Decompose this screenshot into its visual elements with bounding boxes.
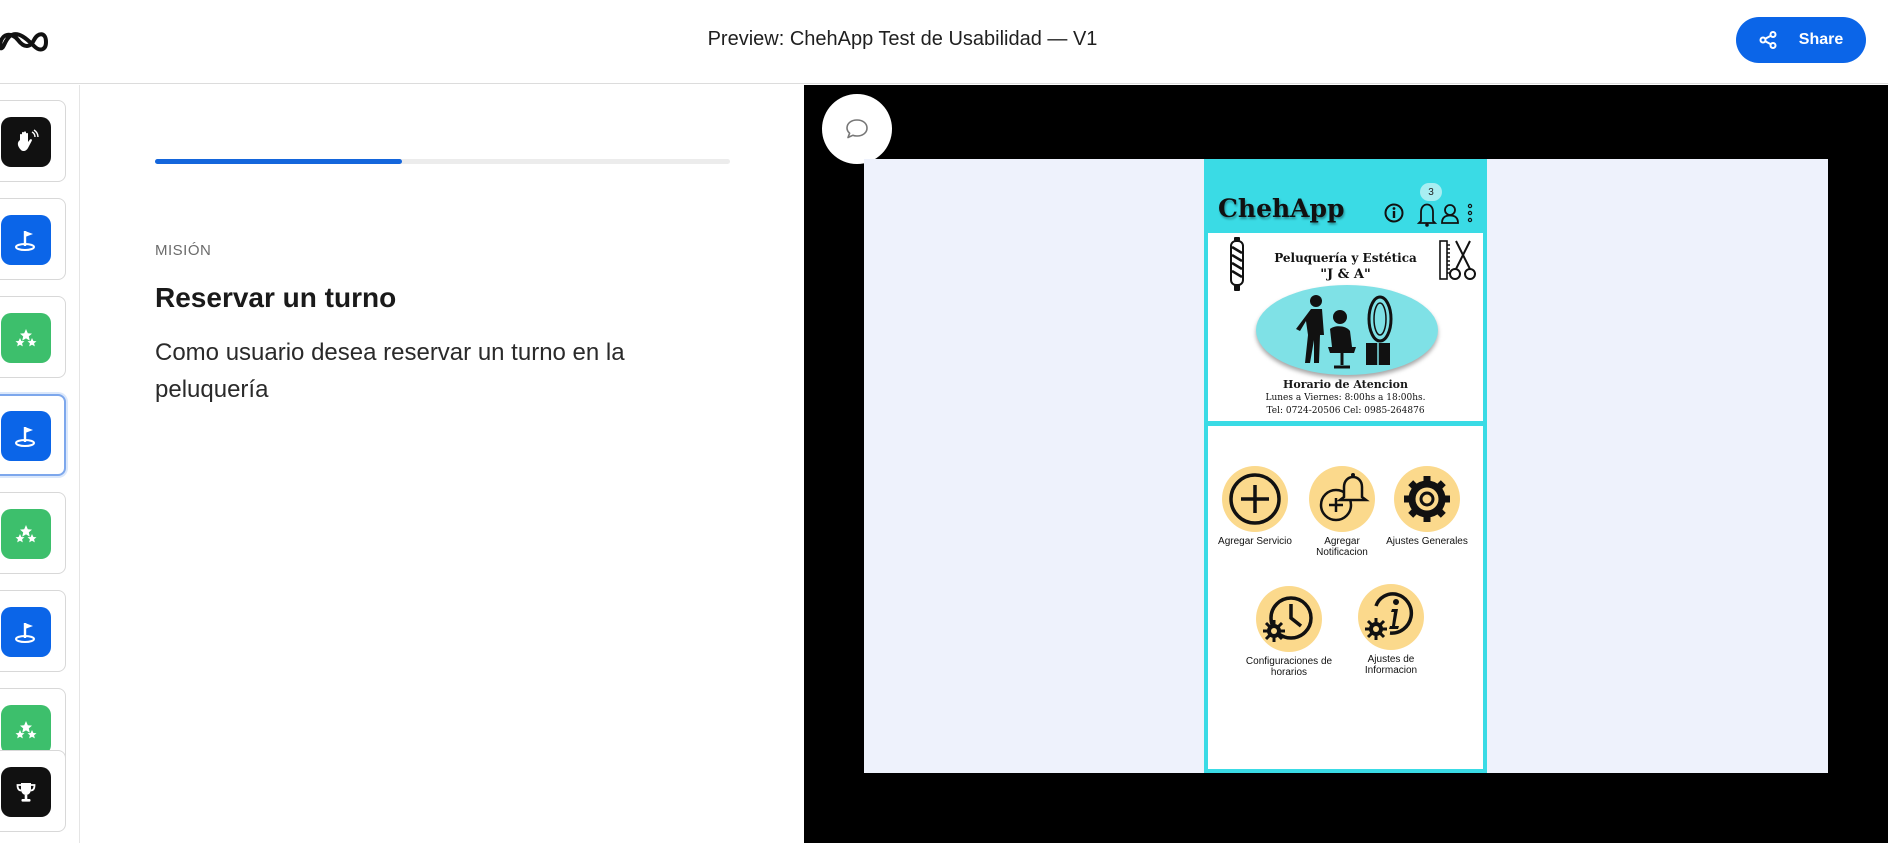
menu-tile-agregar-notificacion[interactable]: Agregar Notificacion — [1297, 466, 1387, 558]
app-header: ChehApp 3 — [1204, 159, 1487, 231]
share-icon — [1759, 31, 1777, 49]
bell-icon[interactable] — [1416, 203, 1438, 227]
hours-schedule: Lunes a Viernes: 8:00hs a 18:00hs. — [1265, 393, 1426, 403]
prototype-canvas: ChehApp 3 Peluquería y Estética "J & A" … — [864, 159, 1828, 773]
step-mission-3[interactable] — [0, 590, 66, 672]
progress-fill — [155, 159, 403, 164]
comment-icon — [846, 119, 868, 139]
barber-pole-icon — [1230, 237, 1244, 291]
menu-tile-ajustes-informacion[interactable]: Ajustes de Informacion — [1346, 584, 1436, 676]
page-title: Preview: ChehApp Test de Usabilidad — V1 — [707, 28, 1098, 50]
mission-progress-bar — [155, 159, 730, 164]
menu-label: Configuraciones de horarios — [1245, 656, 1333, 678]
menu-tile-agregar-servicio[interactable]: Agregar Servicio — [1210, 466, 1300, 547]
app-menu: Agregar Servicio Agregar Notificacion Aj… — [1208, 426, 1483, 769]
salon-tagline: "J & A" — [1320, 267, 1371, 282]
hours-title: Horario de Atencion — [1283, 378, 1408, 391]
hairdresser-illustration-icon — [1296, 295, 1393, 369]
flag-icon — [1, 411, 51, 461]
share-button[interactable]: Share — [1736, 17, 1866, 63]
salon-name: Peluquería y Estética — [1274, 251, 1417, 265]
comment-button[interactable] — [822, 94, 892, 164]
salon-banner: Peluquería y Estética "J & A" Horario de… — [1208, 233, 1483, 421]
mission-description: Como usuario desea reservar un turno en … — [155, 339, 625, 403]
salon-illustration — [1256, 285, 1438, 375]
top-bar: Preview: ChehApp Test de Usabilidad — V1… — [0, 0, 1888, 84]
menu-label: Ajustes Generales — [1386, 536, 1468, 547]
bell-plus-icon — [1309, 466, 1375, 532]
trophy-icon — [1, 767, 51, 817]
info-icon[interactable] — [1384, 203, 1404, 223]
menu-label: Ajustes de Informacion — [1364, 654, 1418, 676]
plus-icon — [1222, 466, 1288, 532]
step-welcome[interactable] — [0, 100, 66, 182]
clock-gear-icon — [1256, 586, 1322, 652]
more-vertical-icon[interactable] — [1467, 203, 1473, 223]
menu-label: Agregar Notificacion — [1316, 536, 1368, 558]
app-header-icons — [1384, 203, 1473, 227]
menu-tile-ajustes-generales[interactable]: Ajustes Generales — [1382, 466, 1472, 547]
stars-icon — [1, 705, 51, 755]
stars-icon — [1, 313, 51, 363]
stars-icon — [1, 509, 51, 559]
menu-label: Agregar Servicio — [1218, 536, 1292, 547]
prototype-preview: ChehApp 3 Peluquería y Estética "J & A" … — [804, 85, 1888, 843]
step-rail — [0, 85, 80, 843]
step-mission-2-active[interactable] — [0, 394, 66, 476]
mission-label: MISIÓN — [155, 242, 212, 259]
contact-phones: Tel: 0724-20506 Cel: 0985-264876 — [1266, 406, 1425, 416]
menu-tile-configuraciones-horarios[interactable]: Configuraciones de horarios — [1244, 586, 1334, 678]
notification-badge: 3 — [1420, 183, 1442, 201]
step-mission-1[interactable] — [0, 198, 66, 280]
wave-hand-icon — [1, 117, 51, 167]
user-icon[interactable] — [1441, 204, 1459, 224]
step-rating-2[interactable] — [0, 492, 66, 574]
flag-icon — [1, 607, 51, 657]
app-name: ChehApp — [1218, 194, 1345, 223]
mission-title: Reservar un turno — [155, 282, 397, 313]
phone-screen[interactable]: ChehApp 3 Peluquería y Estética "J & A" … — [1204, 159, 1487, 773]
gear-icon — [1394, 466, 1460, 532]
step-finish[interactable] — [0, 750, 66, 832]
flag-icon — [1, 215, 51, 265]
step-rating-1[interactable] — [0, 296, 66, 378]
info-gear-icon — [1358, 584, 1424, 650]
share-label: Share — [1798, 31, 1844, 48]
